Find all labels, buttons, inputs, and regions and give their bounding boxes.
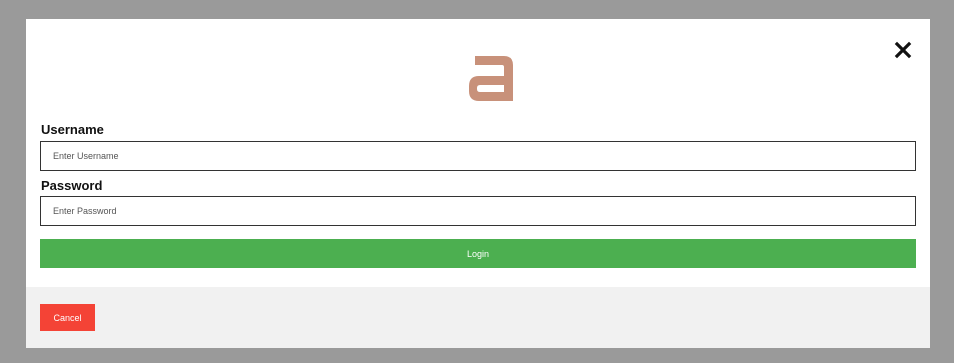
username-input[interactable] [40, 141, 916, 171]
login-button[interactable]: Login [40, 239, 916, 268]
brand-logo-icon [469, 56, 513, 101]
login-modal: Username Password Login Cancel [26, 19, 930, 348]
password-input[interactable] [40, 196, 916, 226]
cancel-button[interactable]: Cancel [40, 304, 95, 331]
username-label: Username [41, 122, 104, 137]
password-label: Password [41, 178, 103, 193]
close-icon[interactable] [892, 39, 914, 61]
modal-footer: Cancel [26, 287, 930, 348]
